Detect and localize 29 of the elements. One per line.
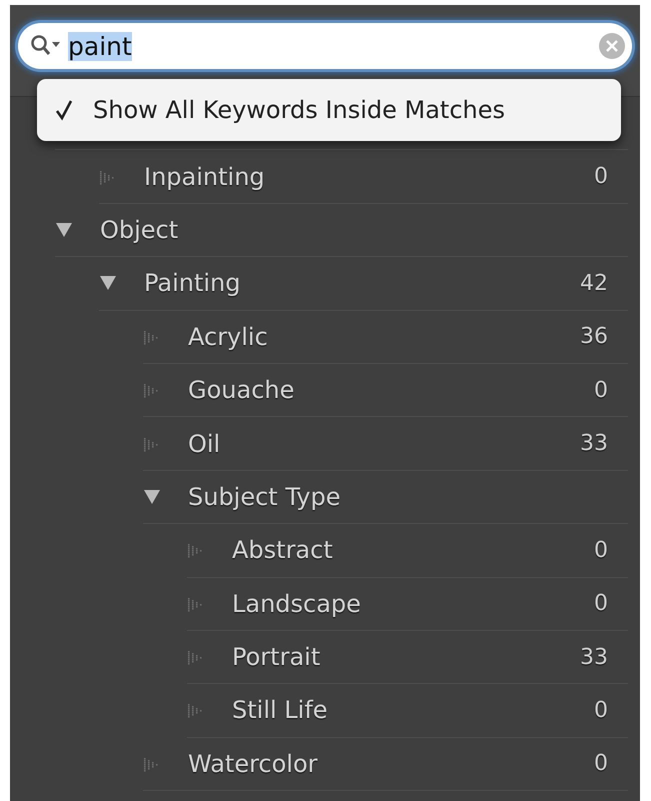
- keyword-label[interactable]: Portrait: [232, 643, 320, 672]
- search-field[interactable]: paint: [18, 23, 632, 69]
- keyword-label[interactable]: Oil: [188, 430, 220, 458]
- search-text: paint: [68, 32, 132, 60]
- expanded-triangle-icon[interactable]: [99, 274, 117, 292]
- keyword-count: 0: [594, 378, 608, 403]
- keyword-label[interactable]: Watercolor: [188, 750, 318, 778]
- keyword-label[interactable]: Landscape: [232, 590, 361, 618]
- keyword-count: 33: [580, 644, 608, 670]
- keyword-count: 33: [580, 431, 608, 456]
- keyword-label[interactable]: Inpainting: [144, 162, 265, 191]
- expanded-triangle-icon[interactable]: [55, 220, 73, 239]
- keyword-count: 0: [594, 751, 608, 776]
- keyword-count: 42: [580, 270, 608, 296]
- keyword-label[interactable]: Painting: [144, 269, 241, 298]
- keyword-label[interactable]: Gouache: [188, 376, 294, 404]
- keyword-count: 0: [594, 538, 608, 563]
- expanded-triangle-icon[interactable]: [143, 488, 161, 506]
- keyword-count: 0: [594, 591, 608, 616]
- keyword-count: 0: [594, 698, 608, 723]
- keyword-label[interactable]: Abstract: [232, 536, 333, 564]
- keyword-label[interactable]: Acrylic: [188, 322, 268, 351]
- keyword-count: 36: [580, 324, 608, 350]
- keyword-count: 0: [594, 164, 608, 190]
- menu-item[interactable]: Show All Keywords Inside Matches: [37, 96, 505, 124]
- keyword-label[interactable]: Subject Type: [188, 482, 340, 511]
- keyword-label[interactable]: Object: [100, 216, 178, 244]
- keyword-label[interactable]: Still Life: [232, 696, 328, 724]
- search-icon[interactable]: [30, 34, 62, 58]
